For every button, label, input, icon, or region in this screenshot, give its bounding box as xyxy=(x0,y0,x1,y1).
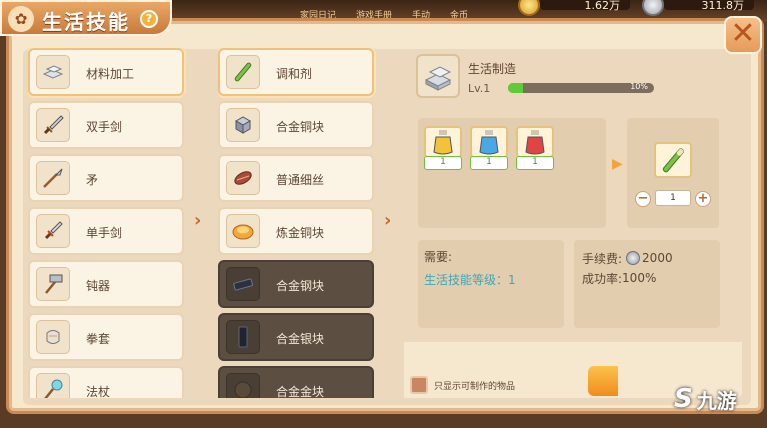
skill-logo-icon: ✿ xyxy=(8,6,34,32)
material-slot[interactable]: 1 xyxy=(424,126,462,172)
chevron-right-icon: › xyxy=(384,210,392,231)
red-potion-icon xyxy=(516,126,554,158)
ingot-icon xyxy=(36,55,70,89)
recipe-label: 调和剂 xyxy=(276,67,313,81)
reagent-icon[interactable] xyxy=(654,142,692,178)
sword-icon xyxy=(36,214,70,248)
watermark: S 九游 xyxy=(674,384,737,414)
help-button[interactable]: ? xyxy=(140,10,158,28)
recipe-item[interactable]: 合金银块 xyxy=(218,313,374,361)
material-slot[interactable]: 1 xyxy=(470,126,508,172)
cost-box: 手续费: 2000 成功率: 100% xyxy=(574,240,720,328)
increase-button[interactable]: + xyxy=(695,191,711,207)
spear-icon xyxy=(36,161,70,195)
recipe-item[interactable]: 合金铜块 xyxy=(218,101,374,149)
quantity-input[interactable]: 1 xyxy=(655,190,691,206)
gold-amount: 1.62万 xyxy=(540,0,630,12)
fee-label: 手续费: xyxy=(582,251,623,266)
category-label: 单手剑 xyxy=(86,226,123,240)
title-tab: ✿ 生活技能 ? xyxy=(0,0,172,36)
category-item[interactable]: 双手剑 xyxy=(28,101,184,149)
gold-ore-icon xyxy=(226,214,260,248)
recipe-list[interactable]: 调和剂合金铜块普通细丝炼金铜块合金钢块合金银块合金金块 xyxy=(218,48,376,398)
gold-bar-icon xyxy=(226,373,260,398)
decrease-button[interactable]: − xyxy=(635,191,651,207)
recipe-label: 炼金铜块 xyxy=(276,226,325,240)
category-list[interactable]: 材料加工双手剑矛单手剑钝器拳套法杖 xyxy=(28,48,186,398)
skill-progress-text: 10% xyxy=(630,83,648,91)
recipe-item[interactable]: 合金钢块 xyxy=(218,260,374,308)
close-button[interactable]: ✕ xyxy=(724,16,762,54)
recipe-label: 合金金块 xyxy=(276,385,325,398)
recipe-item[interactable]: 调和剂 xyxy=(218,48,374,96)
watermark-text: 九游 xyxy=(696,388,737,413)
blue-potion-icon xyxy=(470,126,508,158)
skill-progress-bar: 10% xyxy=(508,83,654,93)
craft-button[interactable] xyxy=(588,366,618,396)
recipe-label: 合金银块 xyxy=(276,332,325,346)
recipe-item[interactable]: 合金金块 xyxy=(218,366,374,398)
recipe-item[interactable]: 炼金铜块 xyxy=(218,207,374,255)
recipe-label: 普通细丝 xyxy=(276,173,325,187)
reagent-icon xyxy=(226,55,260,89)
skill-level: Lv.1 xyxy=(468,82,491,95)
silver-coin-icon xyxy=(642,0,664,16)
page-title: 生活技能 xyxy=(42,10,130,34)
category-item[interactable]: 法杖 xyxy=(28,366,184,398)
ingot-icon xyxy=(416,54,460,98)
category-item[interactable]: 材料加工 xyxy=(28,48,184,96)
craftable-only-checkbox[interactable] xyxy=(410,376,428,394)
material-slot[interactable]: 1 xyxy=(516,126,554,172)
craftable-only-label: 只显示可制作的物品 xyxy=(434,382,516,392)
gold-coin-icon xyxy=(518,0,540,16)
hammer-icon xyxy=(36,267,70,301)
success-row: 成功率: 100% xyxy=(582,268,712,288)
recipe-item[interactable]: 普通细丝 xyxy=(218,154,374,202)
silver-coin-icon xyxy=(626,251,641,265)
requirement-line: 生活技能等级：1 xyxy=(424,273,516,287)
category-label: 钝器 xyxy=(86,279,111,293)
category-label: 材料加工 xyxy=(86,67,135,81)
greatsword-icon xyxy=(36,108,70,142)
category-item[interactable]: 矛 xyxy=(28,154,184,202)
materials-box: 111 xyxy=(418,118,606,228)
skill-name: 生活制造 xyxy=(468,62,517,76)
detail-header: 生活制造 Lv.1 10% xyxy=(416,52,716,106)
recipe-label: 合金钢块 xyxy=(276,279,325,293)
recipe-label: 合金铜块 xyxy=(276,120,325,134)
yellow-potion-icon xyxy=(424,126,462,158)
silver-amount: 311.8万 xyxy=(664,0,754,12)
category-item[interactable]: 拳套 xyxy=(28,313,184,361)
requirement-box: 需要: 生活技能等级：1 xyxy=(418,240,564,328)
gauntlet-icon xyxy=(36,320,70,354)
staff-icon xyxy=(36,373,70,398)
steel-bar-icon xyxy=(226,267,260,301)
success-label: 成功率: xyxy=(582,271,623,286)
requirement-title: 需要: xyxy=(424,250,453,264)
thread-icon xyxy=(226,161,260,195)
alloy-cube-icon xyxy=(226,108,260,142)
play-arrow-icon: ▶ xyxy=(612,156,623,172)
category-item[interactable]: 钝器 xyxy=(28,260,184,308)
category-label: 双手剑 xyxy=(86,120,123,134)
category-label: 矛 xyxy=(86,173,99,187)
category-label: 法杖 xyxy=(86,385,111,398)
fee-row: 手续费: 2000 xyxy=(582,248,712,268)
skill-progress-fill xyxy=(508,83,523,93)
category-label: 拳套 xyxy=(86,332,111,346)
quantity-stepper: − 1 + xyxy=(635,190,711,208)
category-item[interactable]: 单手剑 xyxy=(28,207,184,255)
fee-value: 2000 xyxy=(642,251,673,265)
chevron-right-icon: › xyxy=(194,210,202,231)
output-box: − 1 + xyxy=(627,118,719,228)
success-value: 100% xyxy=(622,271,657,285)
silver-bar-icon xyxy=(226,320,260,354)
watermark-logo: S xyxy=(674,384,693,414)
